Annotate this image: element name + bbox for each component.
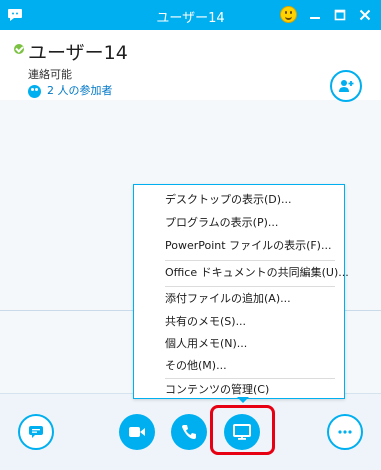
video-icon [129, 427, 145, 437]
status-available-icon [14, 44, 24, 54]
menu-separator [165, 260, 335, 261]
close-icon [359, 9, 371, 21]
minimize-icon [310, 17, 320, 19]
conversation-window: ユーザー14 ユーザー14 連絡可能 2 人の参加者 デスクトップの表示(D).… [0, 0, 381, 470]
menu-separator [165, 286, 335, 287]
more-options-button[interactable] [327, 414, 363, 450]
minimize-button[interactable] [306, 6, 324, 24]
menu-item-shared-notes[interactable]: 共有のメモ(S)... [165, 311, 246, 333]
menu-item-add-attachment[interactable]: 添付ファイルの追加(A)... [165, 288, 291, 310]
participants-link[interactable]: 2 人の参加者 [28, 82, 113, 98]
menu-item-show-program[interactable]: プログラムの表示(P)... [165, 212, 278, 234]
participants-label: 2 人の参加者 [47, 84, 113, 97]
menu-item-show-desktop[interactable]: デスクトップの表示(D)... [165, 189, 292, 211]
video-call-button[interactable] [119, 414, 155, 450]
share-button-highlight [210, 405, 275, 455]
menu-item-other[interactable]: その他(M)... [165, 355, 227, 377]
more-icon [338, 430, 352, 434]
menu-pointer [237, 397, 249, 403]
menu-item-manage-content[interactable]: コンテンツの管理(C) [165, 379, 269, 401]
share-content-menu: デスクトップの表示(D)... プログラムの表示(P)... PowerPoin… [133, 184, 349, 401]
chat-button[interactable] [18, 414, 54, 450]
menu-item-show-powerpoint[interactable]: PowerPoint ファイルの表示(F)... [165, 235, 331, 257]
add-participant-button[interactable] [330, 70, 362, 102]
maximize-icon [334, 9, 346, 21]
call-controls-bar [0, 393, 381, 470]
menu-item-personal-notes[interactable]: 個人用メモ(N)... [165, 333, 247, 355]
user-status: 連絡可能 [28, 68, 72, 81]
conversation-header: ユーザー14 連絡可能 2 人の参加者 [0, 30, 381, 102]
user-name: ユーザー14 [28, 42, 128, 64]
chat-bubble-icon [29, 426, 43, 438]
phone-icon [182, 425, 196, 439]
audio-call-button[interactable] [171, 414, 207, 450]
title-bar: ユーザー14 [0, 0, 381, 30]
close-button[interactable] [356, 6, 374, 24]
add-contact-icon [339, 80, 354, 92]
menu-item-office-coedit[interactable]: Office ドキュメントの共同編集(U)... [165, 262, 349, 284]
maximize-button[interactable] [331, 6, 349, 24]
participants-icon [28, 84, 41, 98]
smiley-icon[interactable] [280, 6, 297, 23]
